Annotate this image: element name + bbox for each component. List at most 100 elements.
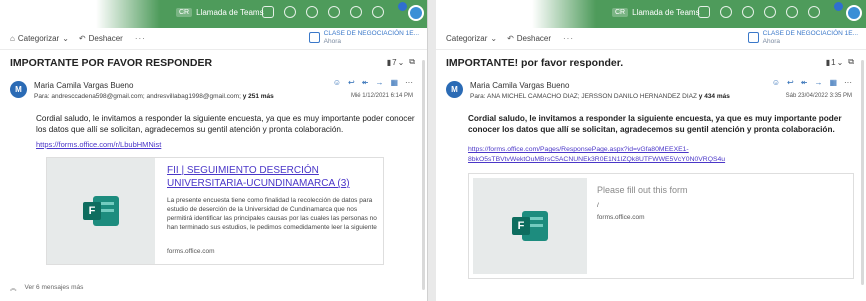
reply-all-icon[interactable]: ↞ bbox=[362, 78, 369, 87]
categorize-label: Categorizar bbox=[17, 34, 60, 43]
ms-forms-icon: F bbox=[83, 194, 119, 228]
subject-row: IMPORTANTE POR FAVOR RESPONDER ▮ 7 ⌄ ⧉ bbox=[0, 52, 427, 74]
apps-icon[interactable]: ▦ bbox=[829, 78, 837, 87]
meet-now-icon[interactable] bbox=[698, 6, 710, 18]
like-icon[interactable]: ☺ bbox=[772, 78, 780, 87]
pin-icon: ▮ bbox=[386, 57, 392, 67]
scrollbar[interactable] bbox=[861, 60, 864, 285]
like-icon[interactable]: ☺ bbox=[333, 78, 341, 87]
sender-name[interactable]: Maria Camila Vargas Bueno bbox=[34, 81, 133, 90]
account-avatar[interactable] bbox=[408, 5, 424, 21]
calendar-sub: Ahora bbox=[762, 38, 780, 45]
message-count-button[interactable]: ▮ 1 ⌄ bbox=[826, 58, 844, 67]
subject-row: IMPORTANTE! por favor responder. ▮ 1 ⌄ ⧉ bbox=[436, 52, 866, 74]
sent-date: Sáb 23/04/2022 3:35 PM bbox=[785, 93, 852, 99]
recipients[interactable]: andresccadena598@gmail.com; andresvillab… bbox=[51, 93, 241, 100]
more-actions-button[interactable]: ··· bbox=[563, 34, 574, 43]
undo-icon: ↶ bbox=[78, 34, 86, 43]
sender-avatar: M bbox=[10, 81, 27, 98]
my-day-icon[interactable] bbox=[742, 6, 754, 18]
link-preview-card[interactable]: F Please fill out this form / forms.offi… bbox=[468, 173, 854, 279]
sender-avatar: M bbox=[446, 81, 463, 98]
undo-icon: ↶ bbox=[507, 34, 514, 43]
meet-now-icon[interactable] bbox=[262, 6, 274, 18]
scrollbar[interactable] bbox=[422, 60, 425, 290]
panel-divider bbox=[428, 0, 436, 301]
top-bar-icons bbox=[262, 6, 384, 18]
apps-icon[interactable]: ▦ bbox=[390, 78, 398, 87]
form-link-line-1[interactable]: https://forms.office.com/Pages/ResponseP… bbox=[468, 146, 689, 153]
sender-name[interactable]: Maria Camila Vargas Bueno bbox=[470, 81, 569, 90]
my-day-icon[interactable] bbox=[306, 6, 318, 18]
message-count-button[interactable]: ▮ 7 ⌄ bbox=[387, 58, 405, 67]
card-thumbnail: F bbox=[47, 158, 155, 264]
undo-label: Deshacer bbox=[516, 34, 552, 43]
forward-icon[interactable]: → bbox=[814, 78, 822, 87]
chevron-down-icon: ⌄ bbox=[836, 57, 844, 67]
undo-button[interactable]: ↶ Deshacer bbox=[507, 34, 551, 43]
card-title[interactable]: FII | SEGUIMIENTO DESERCIÓN UNIVERSITARI… bbox=[167, 164, 377, 190]
form-link[interactable]: https://forms.office.com/r/LbubHMNist bbox=[36, 140, 161, 149]
notification-badge-icon bbox=[398, 2, 407, 11]
teams-call-indicator[interactable]: CR Llamada de Teams bbox=[176, 8, 264, 17]
more-actions-button[interactable]: ··· bbox=[135, 34, 146, 43]
ms-forms-icon: F bbox=[512, 209, 548, 243]
more-icon[interactable]: ··· bbox=[844, 78, 852, 87]
command-bar: ⌂ Categorizar ⌄ ↶ Deshacer ··· CLASE DE … bbox=[0, 28, 427, 50]
form-link-line-2[interactable]: 8bkO5sTBVtvWektOuMBrsC5ACNUNEk3R0E1N1IZQ… bbox=[468, 156, 725, 163]
teams-call-indicator[interactable]: CR Llamada de Teams bbox=[612, 8, 700, 17]
subject-tools: ▮ 1 ⌄ ⧉ bbox=[826, 57, 854, 67]
help-icon[interactable] bbox=[808, 6, 820, 18]
recipients-line: Para: ANA MICHEL CAMACHO DIAZ; JERSSON D… bbox=[470, 93, 730, 100]
calendar-sub: Ahora bbox=[323, 38, 341, 45]
forward-icon[interactable]: → bbox=[375, 78, 383, 87]
email-body: Cordial saludo, le invitamos a responder… bbox=[36, 114, 415, 134]
message-count: 7 bbox=[392, 57, 397, 67]
categorize-button[interactable]: ⌂ Categorizar ⌄ bbox=[10, 34, 69, 43]
sent-date: Mié 1/12/2021 6:14 PM bbox=[350, 93, 413, 99]
to-prefix: Para: bbox=[470, 93, 486, 100]
undo-label: Deshacer bbox=[88, 34, 123, 43]
email-window-left: CR Llamada de Teams ⌂ Categorizar ⌄ ↶ De… bbox=[0, 0, 428, 301]
calendar-reminder[interactable]: CLASE DE NEGOCIACIÓN 1E... Ahora bbox=[747, 30, 858, 46]
more-recipients[interactable]: y 434 más bbox=[699, 93, 730, 100]
email-window-right: CR Llamada de Teams Categorizar ⌄ ↶ Desh… bbox=[436, 0, 866, 301]
calendar-title: CLASE DE NEGOCIACIÓN 1E... bbox=[762, 30, 858, 37]
more-icon[interactable]: ··· bbox=[405, 78, 413, 87]
undo-button[interactable]: ↶ Deshacer bbox=[79, 34, 123, 43]
subject-tools: ▮ 7 ⌄ ⧉ bbox=[387, 57, 415, 67]
open-window-icon[interactable]: ⧉ bbox=[409, 57, 415, 67]
top-bar: CR Llamada de Teams bbox=[0, 0, 427, 28]
message-count: 1 bbox=[831, 57, 836, 67]
account-avatar[interactable] bbox=[846, 5, 862, 21]
message-actions: ☺ ↩ ↞ → ▦ ··· bbox=[772, 78, 852, 87]
call-label: Llamada de Teams bbox=[196, 8, 264, 17]
calendar-icon bbox=[747, 32, 759, 43]
top-bar-icons bbox=[698, 6, 820, 18]
categorize-label: Categorizar bbox=[446, 34, 488, 43]
reply-icon[interactable]: ↩ bbox=[787, 78, 794, 87]
more-recipients[interactable]: y 251 más bbox=[243, 93, 274, 100]
reply-icon[interactable]: ↩ bbox=[348, 78, 355, 87]
recipients[interactable]: ANA MICHEL CAMACHO DIAZ; JERSSON DANILO … bbox=[487, 93, 697, 100]
reply-all-icon[interactable]: ↞ bbox=[801, 78, 808, 87]
settings-icon[interactable] bbox=[350, 6, 362, 18]
teams-icon[interactable] bbox=[284, 6, 296, 18]
help-icon[interactable] bbox=[372, 6, 384, 18]
link-preview-card[interactable]: F FII | SEGUIMIENTO DESERCIÓN UNIVERSITA… bbox=[46, 157, 384, 265]
settings-icon[interactable] bbox=[786, 6, 798, 18]
notifications-icon[interactable] bbox=[764, 6, 776, 18]
call-chip: CR bbox=[176, 8, 193, 17]
categorize-button[interactable]: Categorizar ⌄ bbox=[446, 34, 497, 43]
notifications-icon[interactable] bbox=[328, 6, 340, 18]
calendar-reminder[interactable]: CLASE DE NEGOCIACIÓN 1E... Ahora bbox=[308, 30, 419, 46]
open-window-icon[interactable]: ⧉ bbox=[848, 57, 854, 67]
top-bar-fade bbox=[0, 0, 160, 28]
notification-badge-icon bbox=[834, 2, 843, 11]
teams-icon[interactable] bbox=[720, 6, 732, 18]
top-bar: CR Llamada de Teams bbox=[436, 0, 866, 28]
card-thumbnail: F bbox=[473, 178, 587, 274]
top-bar-fade bbox=[436, 0, 596, 28]
card-title[interactable]: Please fill out this form bbox=[597, 184, 688, 197]
more-messages-bar[interactable]: ︽ Ver 6 mensajes más bbox=[10, 282, 83, 293]
